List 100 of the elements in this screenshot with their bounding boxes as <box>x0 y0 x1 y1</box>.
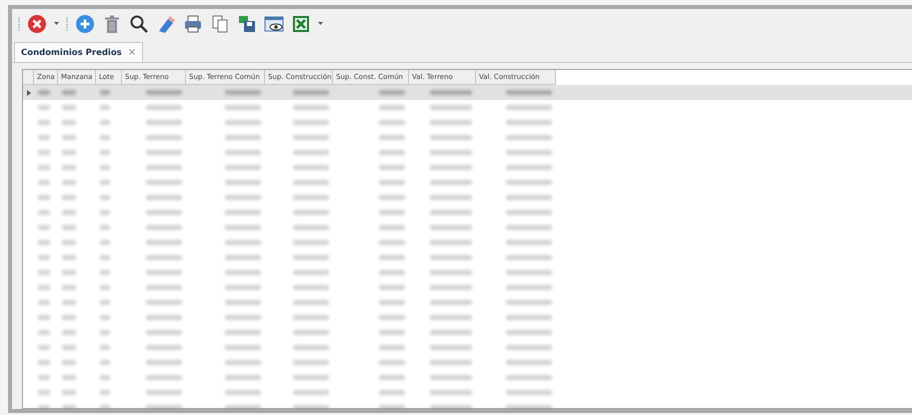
blurred-value <box>430 255 472 260</box>
blurred-value <box>293 270 329 275</box>
row-header-corner <box>23 70 34 85</box>
blurred-value <box>38 255 50 260</box>
eraser-button[interactable] <box>156 14 176 34</box>
blurred-value <box>379 390 405 395</box>
blurred-value <box>146 240 182 245</box>
blurred-value <box>225 135 261 140</box>
blurred-value <box>146 195 182 200</box>
blurred-value <box>146 120 182 125</box>
close-icon <box>27 14 47 34</box>
blurred-value <box>225 270 261 275</box>
blurred-value <box>62 90 76 95</box>
blurred-value <box>506 255 552 260</box>
spreadsheet-button[interactable] <box>291 14 311 34</box>
blurred-value <box>430 345 472 350</box>
blurred-value <box>379 255 405 260</box>
blurred-value <box>146 375 182 380</box>
blurred-value <box>379 375 405 380</box>
eraser-icon <box>156 14 176 34</box>
blurred-value <box>430 315 472 320</box>
close-button[interactable] <box>27 14 47 34</box>
blurred-value <box>38 165 50 170</box>
blurred-value <box>293 345 329 350</box>
blurred-value <box>379 330 405 335</box>
blurred-value <box>293 255 329 260</box>
blurred-value <box>62 165 76 170</box>
blurred-value <box>38 180 50 185</box>
blurred-value <box>430 240 472 245</box>
blurred-value <box>430 225 472 230</box>
blurred-value <box>225 345 261 350</box>
blurred-value <box>430 300 472 305</box>
blurred-value <box>506 360 552 365</box>
blurred-value <box>506 135 552 140</box>
document-tab[interactable]: Condominios Predios × <box>14 42 144 62</box>
blurred-value <box>62 300 76 305</box>
blurred-value <box>38 225 50 230</box>
blurred-value <box>379 165 405 170</box>
preview-button[interactable] <box>264 14 284 34</box>
print-button[interactable] <box>183 14 203 34</box>
delete-button[interactable] <box>102 14 122 34</box>
blurred-value <box>379 105 405 110</box>
blurred-value <box>506 390 552 395</box>
blurred-value <box>506 330 552 335</box>
blurred-value <box>38 315 50 320</box>
blurred-value <box>38 390 50 395</box>
delete-icon <box>102 14 122 34</box>
blurred-value <box>379 360 405 365</box>
blurred-value <box>225 150 261 155</box>
add-icon <box>75 14 95 34</box>
blurred-value <box>62 315 76 320</box>
blurred-value <box>506 300 552 305</box>
blurred-value <box>225 120 261 125</box>
blurred-value <box>38 360 50 365</box>
blurred-value <box>225 375 261 380</box>
blurred-value <box>38 270 50 275</box>
blurred-value <box>293 90 329 95</box>
blurred-value <box>430 105 472 110</box>
blurred-value <box>379 120 405 125</box>
blurred-value <box>293 135 329 140</box>
save-button[interactable] <box>237 14 257 34</box>
blurred-value <box>146 135 182 140</box>
blurred-value <box>430 195 472 200</box>
add-button[interactable] <box>75 14 95 34</box>
blurred-value <box>225 330 261 335</box>
blurred-value <box>62 150 76 155</box>
blurred-value <box>430 285 472 290</box>
blurred-value <box>62 255 76 260</box>
blurred-value <box>430 150 472 155</box>
blurred-value <box>38 150 50 155</box>
blurred-value <box>506 105 552 110</box>
blurred-value <box>379 180 405 185</box>
blurred-value <box>430 180 472 185</box>
blurred-value <box>430 135 472 140</box>
blurred-value <box>506 270 552 275</box>
blurred-value <box>146 360 182 365</box>
copy-button[interactable] <box>210 14 230 34</box>
blurred-value <box>38 300 50 305</box>
blurred-value <box>225 210 261 215</box>
blurred-value <box>38 90 50 95</box>
blurred-value <box>293 210 329 215</box>
blurred-value <box>146 285 182 290</box>
blurred-value <box>430 270 472 275</box>
blurred-value <box>379 285 405 290</box>
blurred-value <box>225 360 261 365</box>
copy-icon <box>210 14 230 34</box>
blurred-value <box>379 135 405 140</box>
blurred-value <box>379 210 405 215</box>
caret-icon[interactable] <box>318 22 323 26</box>
blurred-value <box>506 285 552 290</box>
blurred-value <box>506 315 552 320</box>
blurred-value <box>146 300 182 305</box>
blurred-value <box>146 210 182 215</box>
blurred-value <box>146 150 182 155</box>
search-button[interactable] <box>129 14 149 34</box>
caret-icon[interactable] <box>54 22 59 26</box>
search-icon <box>129 14 149 34</box>
blurred-value <box>379 195 405 200</box>
blurred-value <box>293 105 329 110</box>
table-row[interactable] <box>23 85 912 100</box>
